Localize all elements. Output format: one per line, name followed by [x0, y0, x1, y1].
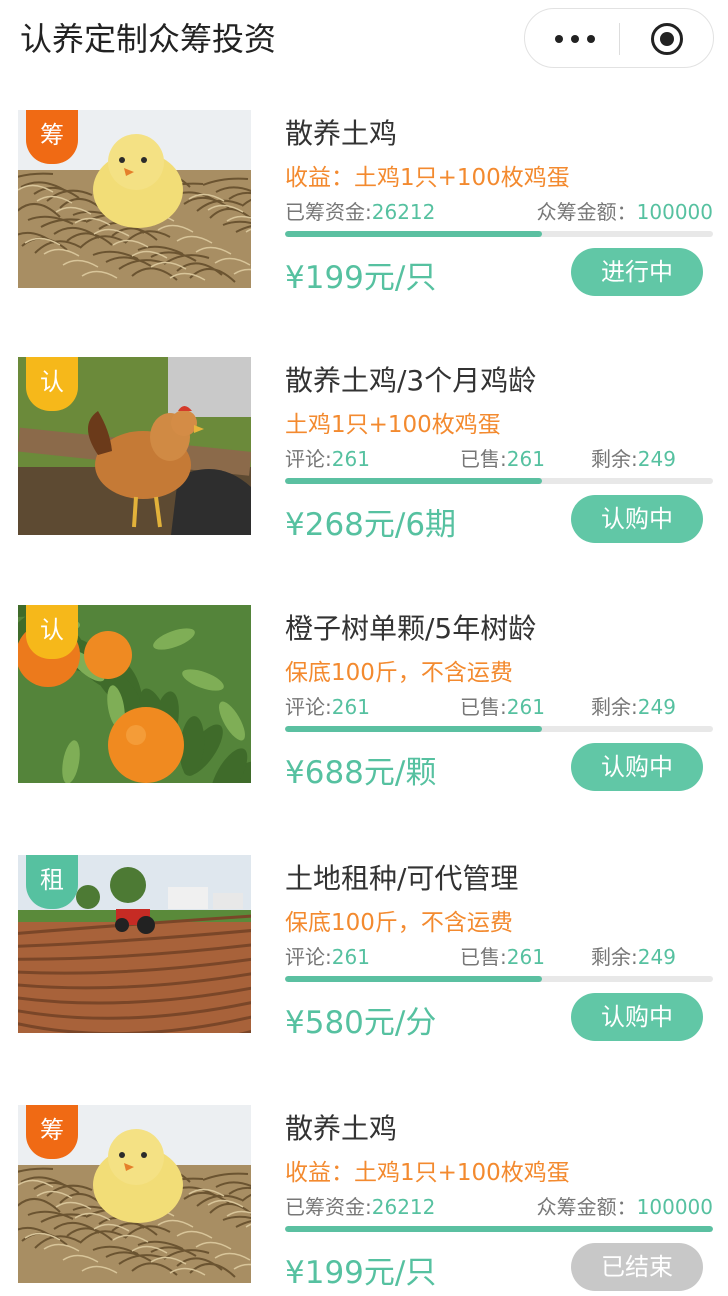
stat-label: 已售:	[460, 447, 507, 471]
product-card[interactable]: 租 土地租种/可代管理 保底100斤，不含运费 评论:261 已售:261 剩余:2…	[0, 855, 728, 1041]
stat-label: 评论:	[285, 695, 332, 719]
stat-label: 已筹资金:	[285, 200, 372, 224]
product-image[interactable]: 认	[18, 605, 251, 783]
stat-item: 剩余:249	[591, 691, 676, 720]
product-profit: 保底100斤，不含运费	[285, 910, 513, 936]
status-button[interactable]: 认购中	[571, 495, 703, 543]
status-button[interactable]: 认购中	[571, 993, 703, 1041]
product-title[interactable]: 土地租种/可代管理	[285, 857, 518, 897]
nav-bar: 认养定制众筹投资	[0, 0, 728, 80]
product-price: ¥580元/分	[285, 1005, 437, 1041]
product-card[interactable]: 认 橙子树单颗/5年树龄 保底100斤，不含运费 评论:261 已售:261 剩余:…	[0, 605, 728, 791]
target-close-icon[interactable]	[651, 23, 683, 55]
product-image[interactable]: 租	[18, 855, 251, 1033]
stat-value: 261	[331, 695, 370, 719]
stat-item: 众筹金额：100000	[537, 1191, 713, 1220]
stat-label: 剩余:	[591, 695, 638, 719]
product-stats: 已筹资金:26212 众筹金额：100000	[285, 196, 713, 225]
status-button[interactable]: 已结束	[571, 1243, 703, 1291]
product-price: ¥268元/6期	[285, 507, 457, 543]
stat-label: 评论:	[285, 945, 332, 969]
stat-value: 261	[506, 447, 545, 471]
stat-label: 已筹资金:	[285, 1195, 372, 1219]
stat-value: 261	[506, 945, 545, 969]
category-tag: 筹	[26, 110, 78, 164]
more-dots-icon[interactable]	[549, 23, 601, 53]
stat-item: 众筹金额：100000	[537, 196, 713, 225]
status-button[interactable]: 进行中	[571, 248, 703, 296]
stat-item: 已售:261	[460, 443, 545, 472]
stat-item: 评论:261	[285, 443, 370, 472]
stat-value: 261	[331, 945, 370, 969]
product-card[interactable]: 认 散养土鸡/3个月鸡龄 土鸡1只+100枚鸡蛋 评论:261 已售:261 剩余:…	[0, 357, 728, 543]
page-title: 认养定制众筹投资	[20, 20, 277, 58]
stat-value: 261	[506, 695, 545, 719]
stat-value: 26212	[371, 1195, 436, 1219]
product-card[interactable]: 筹 散养土鸡 收益：土鸡1只+100枚鸡蛋 已筹资金:26212 众筹金额：100…	[0, 110, 728, 296]
product-image[interactable]: 筹	[18, 1105, 251, 1283]
product-title[interactable]: 散养土鸡/3个月鸡龄	[285, 359, 536, 399]
stat-value: 261	[331, 447, 370, 471]
progress-bar	[285, 478, 713, 484]
stat-label: 已售:	[460, 695, 507, 719]
product-price: ¥199元/只	[285, 260, 437, 296]
product-image[interactable]: 筹	[18, 110, 251, 288]
product-title[interactable]: 散养土鸡	[285, 112, 397, 152]
product-card[interactable]: 筹 散养土鸡 收益：土鸡1只+100枚鸡蛋 已筹资金:26212 众筹金额：100…	[0, 1105, 728, 1291]
progress-fill	[285, 478, 542, 484]
product-title[interactable]: 散养土鸡	[285, 1107, 397, 1147]
category-tag: 认	[26, 605, 78, 659]
stat-item: 评论:261	[285, 941, 370, 970]
category-tag: 租	[26, 855, 78, 909]
stat-item: 已筹资金:26212	[285, 1191, 435, 1220]
stat-label: 剩余:	[591, 945, 638, 969]
stat-value: 249	[637, 945, 676, 969]
category-tag: 认	[26, 357, 78, 411]
progress-fill	[285, 1226, 713, 1232]
status-button[interactable]: 认购中	[571, 743, 703, 791]
stat-item: 评论:261	[285, 691, 370, 720]
product-profit: 保底100斤，不含运费	[285, 660, 513, 686]
progress-bar	[285, 231, 713, 237]
progress-bar	[285, 976, 713, 982]
stat-value: 249	[637, 447, 676, 471]
stat-value: 249	[637, 695, 676, 719]
stat-label: 评论:	[285, 447, 332, 471]
capsule-divider	[619, 23, 620, 55]
stat-item: 已筹资金:26212	[285, 196, 435, 225]
stat-item: 已售:261	[460, 691, 545, 720]
progress-bar	[285, 726, 713, 732]
product-profit: 收益：土鸡1只+100枚鸡蛋	[285, 1160, 570, 1186]
category-tag: 筹	[26, 1105, 78, 1159]
progress-fill	[285, 726, 542, 732]
product-price: ¥199元/只	[285, 1255, 437, 1291]
product-stats: 评论:261 已售:261 剩余:249	[285, 941, 713, 970]
product-profit: 土鸡1只+100枚鸡蛋	[285, 412, 501, 438]
stat-item: 已售:261	[460, 941, 545, 970]
stat-value: 26212	[371, 200, 436, 224]
product-price: ¥688元/颗	[285, 755, 437, 791]
product-title[interactable]: 橙子树单颗/5年树龄	[285, 607, 536, 647]
mini-program-capsule	[524, 8, 714, 68]
product-stats: 评论:261 已售:261 剩余:249	[285, 691, 713, 720]
stat-value: 100000	[636, 1195, 713, 1219]
stat-item: 剩余:249	[591, 443, 676, 472]
progress-fill	[285, 231, 542, 237]
progress-fill	[285, 976, 542, 982]
product-image[interactable]: 认	[18, 357, 251, 535]
stat-label: 众筹金额：	[536, 200, 637, 224]
progress-bar	[285, 1226, 713, 1232]
stat-label: 众筹金额：	[536, 1195, 637, 1219]
stat-value: 100000	[636, 200, 713, 224]
stat-item: 剩余:249	[591, 941, 676, 970]
product-profit: 收益：土鸡1只+100枚鸡蛋	[285, 165, 570, 191]
stat-label: 剩余:	[591, 447, 638, 471]
stat-label: 已售:	[460, 945, 507, 969]
product-stats: 已筹资金:26212 众筹金额：100000	[285, 1191, 713, 1220]
product-stats: 评论:261 已售:261 剩余:249	[285, 443, 713, 472]
